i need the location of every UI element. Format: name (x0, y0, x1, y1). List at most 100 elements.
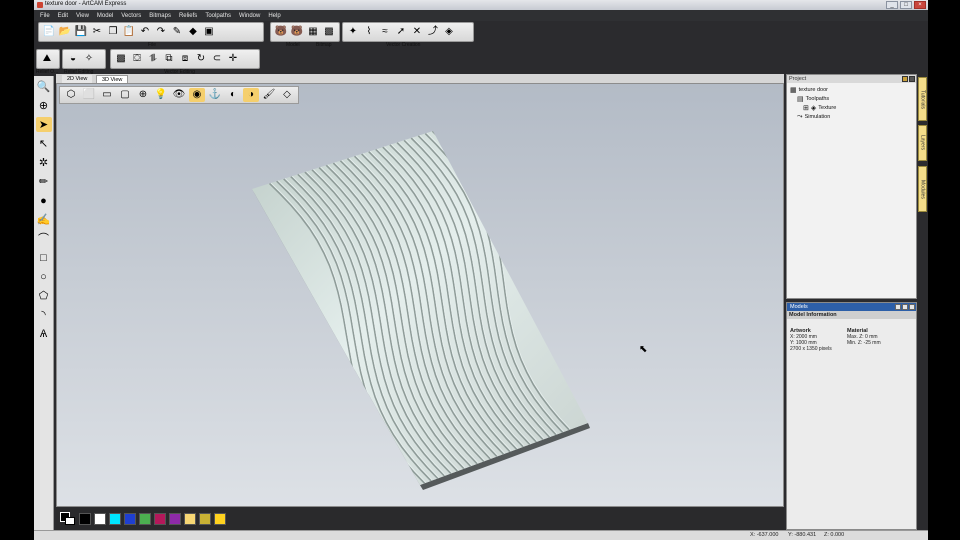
node-edit-icon[interactable]: ↖ (36, 136, 52, 151)
vector-trim-icon[interactable]: ⊂ (210, 52, 224, 66)
vector-arc-icon[interactable]: ➚ (394, 25, 408, 39)
expand-icon[interactable]: ⊞ (803, 104, 809, 112)
vector-group-icon[interactable]: ⧉ (162, 52, 176, 66)
primary-secondary-color[interactable] (60, 512, 76, 526)
tree-item-toolpaths[interactable]: ▤ Toolpaths (797, 95, 829, 103)
vector-center-icon[interactable]: ✛ (226, 52, 240, 66)
paint-icon[interactable]: ● (36, 193, 52, 208)
pencil-icon[interactable]: ✏ (36, 174, 52, 189)
tab-modules[interactable]: Modules (918, 166, 927, 212)
color-swatch[interactable] (214, 513, 226, 525)
bitmap-icon[interactable]: ▦ (306, 25, 320, 39)
globe-icon[interactable]: ⊕ (36, 98, 52, 113)
color-swatch[interactable] (94, 513, 106, 525)
new-file-icon[interactable]: 📄 (42, 25, 56, 39)
relief-smooth-icon[interactable]: ◒ (66, 52, 80, 66)
wizard-icon[interactable]: ✎ (170, 25, 184, 39)
polyline-icon[interactable]: ⌒ (36, 231, 52, 246)
panel-close-icon[interactable] (909, 76, 915, 82)
model-tools-icon[interactable]: 🐻 (290, 25, 304, 39)
arc-icon[interactable]: ◝ (36, 307, 52, 322)
transform-icon[interactable]: ✲ (36, 155, 52, 170)
material-preview-icon[interactable]: ◑ (243, 88, 259, 102)
color-swatch[interactable] (199, 513, 211, 525)
zoom-fit-icon[interactable]: ⊕ (135, 88, 151, 102)
view-top-icon[interactable]: ▭ (99, 88, 115, 102)
3d-viewport[interactable]: ⬡ ⬜ ▭ ▢ ⊕ 💡 👁 ◉ ⚓ ◐ ◑ 🖌 ◇ ⬉ (56, 83, 784, 507)
vector-text-icon[interactable]: ◈ (442, 25, 456, 39)
menu-bitmaps[interactable]: Bitmaps (149, 13, 171, 19)
maximize-button[interactable]: □ (900, 1, 912, 9)
open-file-icon[interactable]: 📂 (58, 25, 72, 39)
menu-help[interactable]: Help (268, 13, 280, 19)
minimize-button[interactable]: _ (886, 1, 898, 9)
redo-icon[interactable]: ↷ (154, 25, 168, 39)
model-help-icon[interactable]: 🐻 (274, 25, 288, 39)
save-icon[interactable]: 💾 (74, 25, 88, 39)
color-swatch[interactable] (124, 513, 136, 525)
menu-view[interactable]: View (76, 13, 89, 19)
minimize-panel-icon[interactable] (895, 304, 901, 310)
vector-join-icon[interactable]: ⧈ (178, 52, 192, 66)
tab-tutorials[interactable]: Tutorials (918, 77, 927, 121)
material-icon[interactable]: ◆ (186, 25, 200, 39)
polygon-icon[interactable]: ⬠ (36, 288, 52, 303)
menu-vectors[interactable]: Vectors (121, 13, 141, 19)
tree-item-simulation[interactable]: ⤳ Simulation (797, 113, 830, 121)
menu-reliefs[interactable]: Reliefs (179, 13, 197, 19)
render-icon[interactable]: ◐ (225, 88, 241, 102)
menu-window[interactable]: Window (239, 13, 260, 19)
copy-icon[interactable]: ❐ (106, 25, 120, 39)
tab-layers[interactable]: Layers (918, 125, 927, 161)
rectangle-icon[interactable]: □ (36, 250, 52, 265)
text-tool-icon[interactable]: Ѧ (36, 326, 52, 341)
vector-node-icon[interactable]: ✦ (346, 25, 360, 39)
color-swatch[interactable] (184, 513, 196, 525)
close-panel-icon[interactable] (909, 304, 915, 310)
vector-bezier-icon[interactable]: ≈ (378, 25, 392, 39)
select-arrow-icon[interactable]: ➤ (35, 117, 52, 132)
vector-offset-icon[interactable]: ⤴ (426, 25, 440, 39)
menu-edit[interactable]: Edit (58, 13, 68, 19)
close-button[interactable]: × (914, 1, 926, 9)
zoom-icon[interactable]: 🔍 (36, 79, 52, 94)
vector-mirror-icon[interactable]: ⥮ (146, 52, 160, 66)
menu-model[interactable]: Model (97, 13, 113, 19)
view-side-icon[interactable]: ▢ (117, 88, 133, 102)
view-front-icon[interactable]: ⬜ (81, 88, 97, 102)
color-swatch[interactable] (154, 513, 166, 525)
color-swatch[interactable] (109, 513, 121, 525)
relief-sculpt-icon[interactable]: ✧ (82, 52, 96, 66)
shade-relief-icon[interactable]: ◉ (189, 88, 205, 102)
menu-toolpaths[interactable]: Toolpaths (205, 13, 231, 19)
pin-icon[interactable] (902, 76, 908, 82)
eye-icon[interactable]: 👁 (171, 88, 187, 102)
model-icon[interactable]: ▣ (202, 25, 216, 39)
color-swatch[interactable] (169, 513, 181, 525)
brush-icon[interactable]: ✍ (36, 212, 52, 227)
color-swatch[interactable] (139, 513, 151, 525)
tree-item-project[interactable]: ▦ texture door (790, 86, 828, 94)
anchor-icon[interactable]: ⚓ (207, 88, 223, 102)
menu-file[interactable]: File (40, 13, 50, 19)
light-icon[interactable]: 💡 (153, 88, 169, 102)
vector-fillet-icon[interactable]: ✕ (410, 25, 424, 39)
bitmap-color-icon[interactable]: ▩ (322, 25, 336, 39)
vector-transform-icon[interactable]: ⛋ (130, 52, 144, 66)
paste-icon[interactable]: 📋 (122, 25, 136, 39)
circle-icon[interactable]: ○ (36, 269, 52, 284)
cut-icon[interactable]: ✂ (90, 25, 104, 39)
tab-3d-view[interactable]: 3D View (96, 75, 129, 83)
restore-panel-icon[interactable] (902, 304, 908, 310)
vector-select-icon[interactable]: ▩ (114, 52, 128, 66)
vector-polyline-icon[interactable]: ⌇ (362, 25, 376, 39)
color-swatch[interactable] (79, 513, 91, 525)
paint-brush-icon[interactable]: 🖌 (261, 88, 277, 102)
view-iso-icon[interactable]: ⬡ (63, 88, 79, 102)
undo-icon[interactable]: ↶ (138, 25, 152, 39)
tree-item-texture[interactable]: ⊞ ◈ Texture (803, 104, 836, 112)
tab-2d-view[interactable]: 2D View (62, 75, 93, 83)
wireframe-icon[interactable]: ◇ (279, 88, 295, 102)
vector-rotate-icon[interactable]: ↻ (194, 52, 208, 66)
relief-operation-icon[interactable]: ⛰ (40, 52, 54, 66)
